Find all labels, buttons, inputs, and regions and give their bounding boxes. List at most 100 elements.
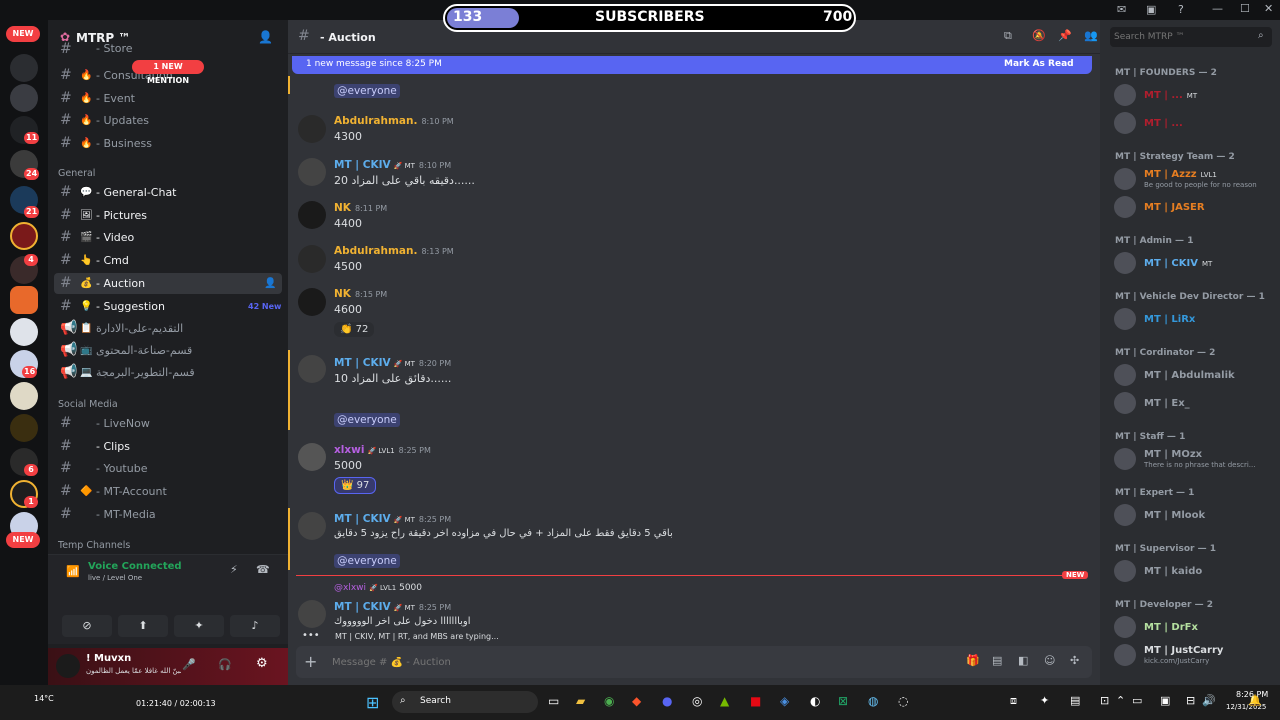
channel-item[interactable]: # - Store: [54, 42, 282, 56]
search-input[interactable]: [1114, 30, 1250, 44]
taskview-icon[interactable]: ▭: [548, 694, 559, 708]
member-item[interactable]: MT | ... MT: [1114, 82, 1274, 108]
search-bar[interactable]: ⌕ Search: [392, 691, 538, 713]
member-item[interactable]: MT | LiRx: [1114, 306, 1274, 332]
server-icon[interactable]: [10, 286, 38, 314]
avatar[interactable]: [298, 158, 326, 186]
pin-icon[interactable]: 📌: [1058, 29, 1072, 42]
message-author[interactable]: MT | CKIV: [334, 357, 391, 369]
explorer-icon[interactable]: ▰: [576, 694, 585, 708]
avatar[interactable]: [298, 600, 326, 628]
member-item[interactable]: MT | Ex_: [1114, 390, 1274, 416]
mic-icon[interactable]: 🎤: [182, 658, 196, 671]
everyone-mention[interactable]: @everyone: [334, 84, 400, 98]
tray-icon[interactable]: ⊟: [1186, 694, 1195, 707]
disconnect-icon[interactable]: ☎: [256, 563, 270, 576]
new-messages-banner[interactable]: 1 new message since 8:25 PM Mark As Read: [292, 56, 1092, 74]
message-input[interactable]: [332, 654, 892, 670]
app-icon[interactable]: ◐: [810, 694, 820, 708]
channel-item[interactable]: # 🔥 - Event: [54, 88, 282, 109]
member-item[interactable]: MT | JASER: [1114, 194, 1274, 220]
nvidia-icon[interactable]: ▲: [720, 694, 729, 708]
category-general[interactable]: General: [58, 168, 95, 179]
avatar[interactable]: [298, 512, 326, 540]
channel-item[interactable]: # 🔥 - Updates: [54, 110, 282, 131]
app-icon[interactable]: ◌: [898, 694, 908, 708]
server-icon[interactable]: [10, 54, 38, 82]
maximize-icon[interactable]: ☐: [1240, 2, 1250, 15]
brave-icon[interactable]: ◆: [632, 694, 641, 708]
avatar[interactable]: [298, 443, 326, 471]
member-item[interactable]: MT | Azzz LVL1 Be good to people for no re…: [1114, 166, 1274, 192]
channel-item-auction[interactable]: # 💰 - Auction 👤: [54, 273, 282, 294]
channel-item[interactable]: # 💡 - Suggestion 42 New: [54, 296, 282, 317]
channel-item[interactable]: # 🖼 - Pictures: [54, 205, 282, 226]
settings-icon[interactable]: ⚙: [256, 656, 268, 671]
tray-icon[interactable]: ✦: [1040, 694, 1049, 707]
channel-item[interactable]: 📢 📺 قسم-صناعة-المحتوى: [54, 340, 282, 361]
apps-icon[interactable]: ✣: [1070, 654, 1079, 667]
message-author[interactable]: MT | CKIV: [334, 513, 391, 525]
member-item[interactable]: MT | kaido: [1114, 558, 1274, 584]
channel-item[interactable]: 📢 💻 قسم-التطوير-البرمجة: [54, 362, 282, 383]
soundboard-button[interactable]: ♪: [230, 615, 280, 637]
avatar[interactable]: [298, 201, 326, 229]
inbox-icon[interactable]: ✉: [1117, 3, 1126, 16]
message-author[interactable]: MT | CKIV: [334, 159, 391, 171]
tray-icon[interactable]: ▭: [1132, 694, 1142, 707]
message-author[interactable]: Abdulrahman.: [334, 115, 417, 127]
server-icon[interactable]: [10, 222, 38, 250]
app-icon[interactable]: ◈: [780, 694, 789, 708]
reaction-button[interactable]: 👏 72: [334, 322, 375, 337]
attach-icon[interactable]: +: [304, 652, 317, 671]
emoji-icon[interactable]: ☺: [1044, 654, 1055, 667]
sticker-icon[interactable]: ◧: [1018, 654, 1028, 667]
headphones-icon[interactable]: 🎧: [218, 658, 232, 671]
member-item[interactable]: MT | JustCarry kick.com/JustCarry: [1114, 642, 1274, 668]
mention-pill[interactable]: 1 NEW MENTION: [132, 60, 204, 85]
minimize-icon[interactable]: —: [1212, 2, 1223, 15]
member-item[interactable]: MT | ...: [1114, 110, 1274, 136]
gif-icon[interactable]: ▤: [992, 654, 1002, 667]
server-icon[interactable]: [10, 84, 38, 112]
chevron-up-icon[interactable]: ⌃: [1116, 694, 1125, 707]
threads-icon[interactable]: ⧉: [1004, 29, 1012, 43]
member-item[interactable]: MT | Mlook: [1114, 502, 1274, 528]
discord-icon[interactable]: ●: [662, 694, 672, 708]
everyone-mention[interactable]: @everyone: [334, 413, 400, 427]
app-icon[interactable]: ■: [750, 694, 761, 708]
notifications-icon[interactable]: 🔕: [1032, 29, 1046, 42]
tray-icon[interactable]: ⧈: [1010, 694, 1017, 708]
member-item[interactable]: MT | DrFx: [1114, 614, 1274, 640]
category-social[interactable]: Social Media: [58, 399, 118, 410]
steam-icon[interactable]: ◍: [868, 694, 878, 708]
avatar[interactable]: [298, 288, 326, 316]
close-icon[interactable]: ✕: [1264, 2, 1273, 15]
noise-suppression-icon[interactable]: ⚡: [230, 563, 238, 576]
tray-icon[interactable]: ▤: [1070, 694, 1080, 707]
member-item[interactable]: MT | Abdulmalik: [1114, 362, 1274, 388]
message-author[interactable]: NK: [334, 202, 351, 214]
avatar[interactable]: [298, 245, 326, 273]
avatar[interactable]: [298, 115, 326, 143]
activity-button[interactable]: ✦: [174, 615, 224, 637]
member-list-icon[interactable]: 👥: [1084, 29, 1098, 42]
excel-icon[interactable]: ⊠: [838, 694, 848, 708]
member-item[interactable]: MT | CKIV MT: [1114, 250, 1274, 276]
reply-preview[interactable]: @xlxwi 🚀 LVL1 5000: [334, 583, 1074, 593]
message-author[interactable]: NK: [334, 288, 351, 300]
member-item[interactable]: MT | MOzx There is no phrase that descri.…: [1114, 446, 1274, 472]
server-icon[interactable]: [10, 382, 38, 410]
everyone-mention[interactable]: @everyone: [334, 554, 400, 568]
screen-icon[interactable]: ▣: [1146, 3, 1156, 16]
channel-item[interactable]: # - Clips: [54, 436, 282, 457]
channel-item[interactable]: # - Youtube: [54, 458, 282, 479]
mark-as-read[interactable]: Mark As Read: [1004, 59, 1074, 69]
start-icon[interactable]: ⊞: [366, 693, 379, 712]
search-box[interactable]: ⌕: [1110, 27, 1272, 47]
channel-item[interactable]: # 👆 - Cmd: [54, 250, 282, 271]
screenshare-button[interactable]: ⬆: [118, 615, 168, 637]
server-icon[interactable]: [10, 414, 38, 442]
avatar[interactable]: [298, 355, 326, 383]
invite-icon[interactable]: 👤: [264, 273, 276, 294]
